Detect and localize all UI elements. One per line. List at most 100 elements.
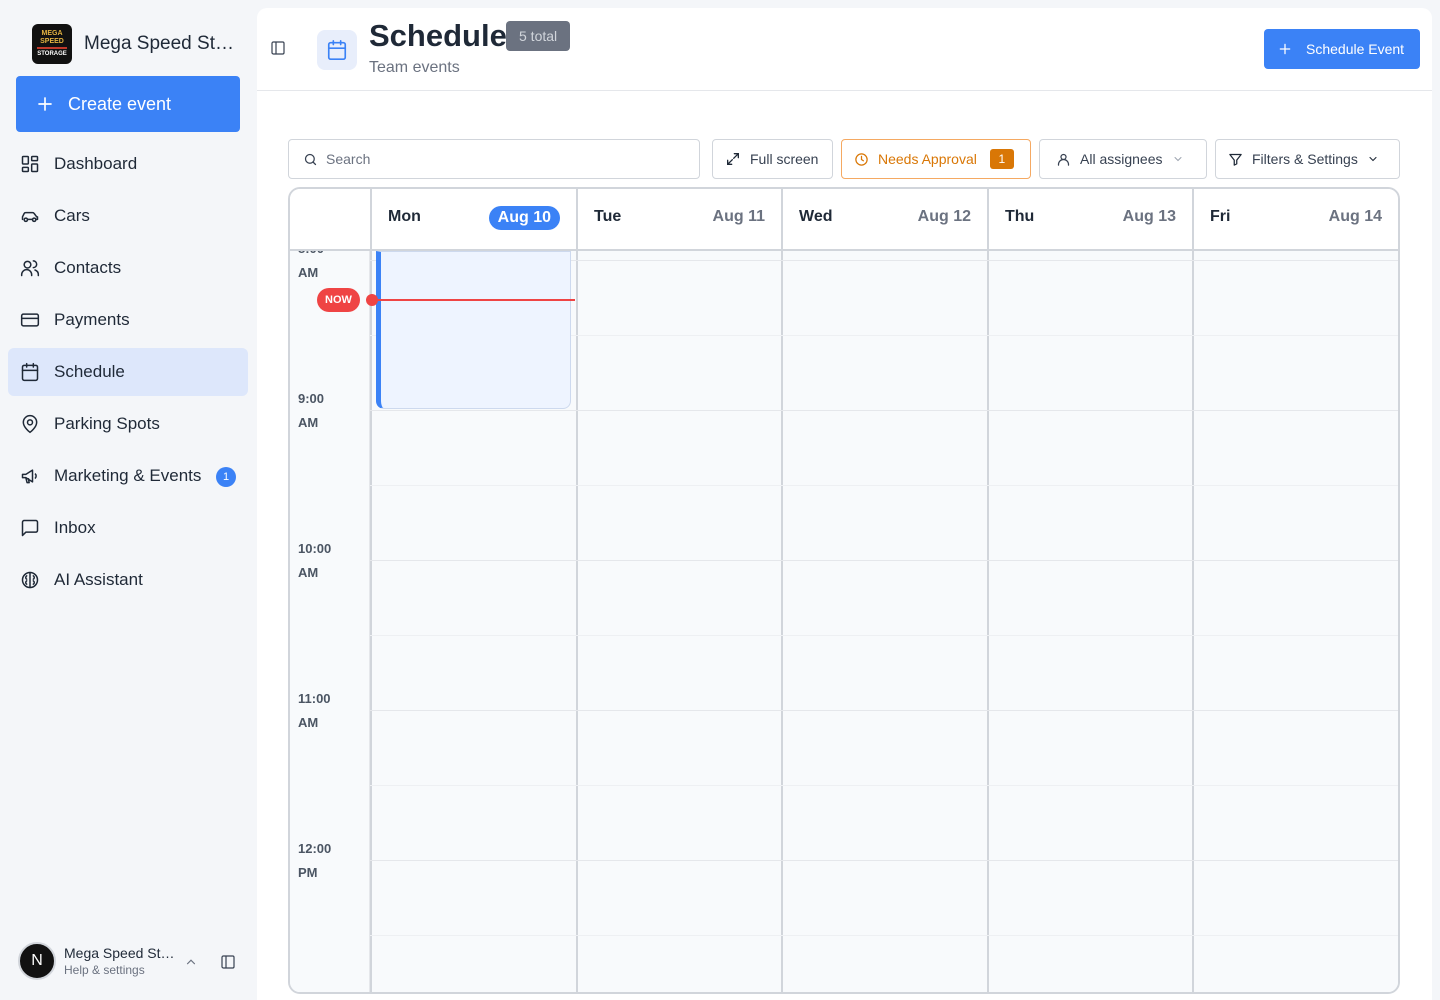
user-subtitle: Help & settings	[64, 963, 145, 977]
filter-icon	[1229, 153, 1242, 166]
day-header-thu[interactable]: Thu Aug 13	[987, 189, 1192, 249]
sidebar-item-parking-spots[interactable]: Parking Spots	[8, 400, 248, 448]
schedule-event-button[interactable]: Schedule Event	[1264, 29, 1420, 69]
avatar: N	[18, 942, 56, 980]
panel-toggle-icon[interactable]	[220, 954, 236, 970]
sidebar-item-label: Cars	[54, 206, 90, 225]
user-name: Mega Speed Storage	[64, 945, 176, 961]
sidebar-item-label: AI Assistant	[54, 570, 143, 589]
day-header-mon[interactable]: Mon Aug 10	[370, 189, 576, 249]
logo-text-top: MEGA SPEED	[40, 30, 64, 45]
search-box[interactable]	[288, 139, 700, 179]
now-badge: NOW	[317, 288, 360, 312]
sidebar-item-label: Dashboard	[54, 154, 138, 173]
sidebar-item-cars[interactable]: Cars	[8, 192, 248, 240]
megaphone-icon	[21, 469, 37, 484]
page-icon	[317, 30, 357, 70]
sidebar-item-label: Parking Spots	[54, 414, 160, 433]
week-calendar: Mon Aug 10 Tue Aug 11 Wed Aug 12 Thu Aug…	[288, 187, 1400, 994]
plus-icon	[38, 97, 52, 111]
time-label-ampm: AM	[298, 715, 319, 730]
page-subtitle: Team events	[369, 59, 460, 76]
sidebar-toggle-icon[interactable]	[270, 40, 286, 56]
day-name: Thu	[1005, 208, 1035, 225]
hour-gridline	[370, 860, 1398, 861]
notification-badge: 1	[216, 467, 236, 487]
sidebar-item-ai-assistant[interactable]: AI Assistant	[8, 556, 248, 604]
event-count-badge: 5 total	[506, 21, 571, 51]
page-header: Schedule 5 total Team events Schedule Ev…	[257, 8, 1432, 91]
calendar-header: Mon Aug 10 Tue Aug 11 Wed Aug 12 Thu Aug…	[290, 189, 1398, 251]
car-icon	[21, 211, 39, 223]
approval-count-badge: 1	[989, 149, 1014, 169]
half-hour-gridline	[370, 485, 1398, 486]
user-icon	[1057, 153, 1070, 166]
clock-icon	[855, 152, 868, 166]
credit-card-icon	[20, 313, 40, 327]
fullscreen-button[interactable]: Full screen	[712, 139, 833, 179]
brand-logo: MEGA SPEED STORAGE	[32, 24, 72, 64]
calendar-event[interactable]	[376, 251, 571, 409]
chevron-down-icon	[1174, 157, 1181, 162]
create-event-label: Create event	[68, 93, 172, 114]
plus-icon	[1279, 43, 1291, 55]
sidebar-item-label: Contacts	[54, 258, 122, 277]
time-label-hour: 12:00	[298, 841, 332, 856]
filters-settings-button[interactable]: Filters & Settings	[1215, 139, 1400, 179]
time-column: 8:00 AM 9:00 AM 10:00 AM 11:00 AM 12:00 …	[290, 241, 370, 992]
users-icon	[20, 260, 40, 277]
create-event-button[interactable]: Create event	[16, 76, 240, 132]
day-name: Mon	[388, 208, 421, 225]
sidebar-item-label: Inbox	[54, 518, 96, 537]
time-label-hour: 9:00	[298, 391, 325, 406]
sidebar-item-contacts[interactable]: Contacts	[8, 244, 248, 292]
day-name: Wed	[799, 208, 833, 225]
day-column-fri[interactable]	[1192, 251, 1398, 992]
day-column-thu[interactable]	[987, 251, 1192, 992]
hour-gridline	[370, 410, 1398, 411]
sidebar-item-label: Schedule	[54, 362, 125, 381]
day-date: Aug 13	[1122, 208, 1176, 225]
day-date-today: Aug 10	[488, 206, 560, 230]
logo-text-bottom: STORAGE	[37, 51, 67, 58]
half-hour-gridline	[370, 635, 1398, 636]
needs-approval-label: Needs Approval	[878, 151, 977, 167]
brand[interactable]: MEGA SPEED STORAGE Mega Speed Storage	[32, 24, 234, 64]
sidebar-item-label: Payments	[54, 310, 130, 329]
expand-icon	[727, 153, 739, 165]
calendar-icon	[327, 40, 347, 60]
time-label-hour: 11:00	[298, 691, 331, 706]
time-label-ampm: AM	[298, 415, 319, 430]
day-header-fri[interactable]: Fri Aug 14	[1192, 189, 1398, 249]
calendar-body: 8:00 AM 9:00 AM 10:00 AM 11:00 AM 12:00 …	[290, 241, 1398, 992]
hour-gridline	[370, 710, 1398, 711]
sidebar-item-label: Marketing & Events	[54, 466, 202, 485]
assignees-dropdown[interactable]: All assignees	[1039, 139, 1207, 179]
time-label-ampm: AM	[298, 265, 319, 280]
day-column-tue[interactable]	[576, 251, 781, 992]
map-pin-icon	[22, 414, 38, 434]
search-icon	[304, 153, 317, 165]
day-column-wed[interactable]	[781, 251, 987, 992]
sidebar-item-dashboard[interactable]: Dashboard	[8, 140, 248, 188]
day-header-tue[interactable]: Tue Aug 11	[576, 189, 781, 249]
half-hour-gridline	[370, 935, 1398, 936]
sidebar-item-schedule[interactable]: Schedule	[8, 348, 248, 396]
search-input[interactable]	[326, 151, 686, 167]
time-label-ampm: AM	[298, 565, 319, 580]
day-name: Fri	[1210, 208, 1231, 225]
hour-gridline	[370, 560, 1398, 561]
day-header-wed[interactable]: Wed Aug 12	[781, 189, 987, 249]
half-hour-gridline	[370, 785, 1398, 786]
time-label-ampm: PM	[298, 865, 318, 880]
sidebar-item-marketing-events[interactable]: Marketing & Events 1	[8, 452, 248, 500]
sidebar-item-inbox[interactable]: Inbox	[8, 504, 248, 552]
chevron-down-icon	[1369, 156, 1377, 162]
chevron-up-icon[interactable]	[184, 955, 198, 969]
needs-approval-button[interactable]: Needs Approval 1	[841, 139, 1031, 179]
sidebar-item-payments[interactable]: Payments	[8, 296, 248, 344]
user-menu[interactable]: N Mega Speed Storage Help & settings	[18, 942, 235, 980]
sidebar: MEGA SPEED STORAGE Mega Speed Storage Cr…	[0, 0, 256, 1000]
schedule-event-label: Schedule Event	[1306, 41, 1405, 57]
day-date: Aug 14	[1328, 208, 1382, 225]
